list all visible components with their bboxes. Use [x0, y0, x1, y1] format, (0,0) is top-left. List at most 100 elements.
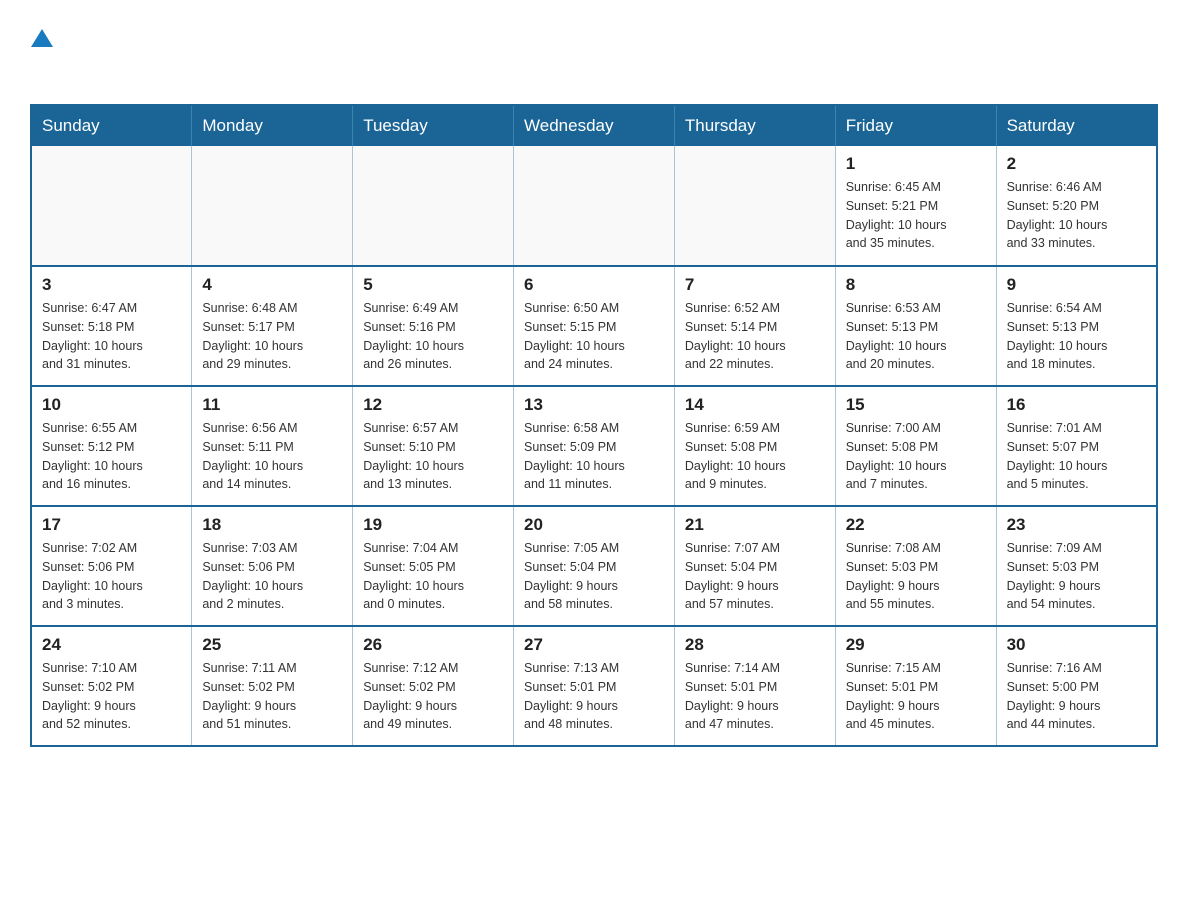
day-info: Sunrise: 6:48 AM Sunset: 5:17 PM Dayligh…: [202, 299, 342, 374]
day-info: Sunrise: 7:16 AM Sunset: 5:00 PM Dayligh…: [1007, 659, 1146, 734]
day-info: Sunrise: 7:02 AM Sunset: 5:06 PM Dayligh…: [42, 539, 181, 614]
calendar-cell: 20Sunrise: 7:05 AM Sunset: 5:04 PM Dayli…: [514, 506, 675, 626]
day-info: Sunrise: 6:53 AM Sunset: 5:13 PM Dayligh…: [846, 299, 986, 374]
day-info: Sunrise: 7:10 AM Sunset: 5:02 PM Dayligh…: [42, 659, 181, 734]
calendar-cell: 28 Sunrise: 7:14 AM Sunset: 5:01 PM Dayli…: [674, 626, 835, 746]
day-number: 3: [42, 275, 181, 295]
calendar-cell: 11 Sunrise: 6:56 AM Sunset: 5:11 PM Dayli…: [192, 386, 353, 506]
calendar-cell: 3Sunrise: 6:47 AM Sunset: 5:18 PM Daylig…: [31, 266, 192, 386]
day-number: 30: [1007, 635, 1146, 655]
week-row-4: 17 Sunrise: 7:02 AM Sunset: 5:06 PM Dayli…: [31, 506, 1157, 626]
day-number: 25: [202, 635, 342, 655]
day-number: 2: [1007, 154, 1146, 174]
calendar-cell: 5 Sunrise: 6:49 AM Sunset: 5:16 PM Daylig…: [353, 266, 514, 386]
weekday-header-saturday: Saturday: [996, 105, 1157, 146]
day-info: Sunrise: 7:08 AM Sunset: 5:03 PM Dayligh…: [846, 539, 986, 614]
day-info: Sunrise: 6:57 AM Sunset: 5:10 PM Dayligh…: [363, 419, 503, 494]
day-number: 21: [685, 515, 825, 535]
day-number: 17: [42, 515, 181, 535]
day-number: 14: [685, 395, 825, 415]
day-info: Sunrise: 7:03 AM Sunset: 5:06 PM Dayligh…: [202, 539, 342, 614]
day-number: 22: [846, 515, 986, 535]
weekday-header-sunday: Sunday: [31, 105, 192, 146]
day-number: 24: [42, 635, 181, 655]
calendar-cell: 13Sunrise: 6:58 AM Sunset: 5:09 PM Dayli…: [514, 386, 675, 506]
day-number: 12: [363, 395, 503, 415]
calendar-cell: 6 Sunrise: 6:50 AM Sunset: 5:15 PM Daylig…: [514, 266, 675, 386]
calendar-cell: 22 Sunrise: 7:08 AM Sunset: 5:03 PM Dayli…: [835, 506, 996, 626]
day-number: 18: [202, 515, 342, 535]
calendar-cell: 16 Sunrise: 7:01 AM Sunset: 5:07 PM Dayli…: [996, 386, 1157, 506]
week-row-3: 10 Sunrise: 6:55 AM Sunset: 5:12 PM Dayli…: [31, 386, 1157, 506]
weekday-header-thursday: Thursday: [674, 105, 835, 146]
day-info: Sunrise: 7:00 AM Sunset: 5:08 PM Dayligh…: [846, 419, 986, 494]
day-info: Sunrise: 6:54 AM Sunset: 5:13 PM Dayligh…: [1007, 299, 1146, 374]
day-info: Sunrise: 6:56 AM Sunset: 5:11 PM Dayligh…: [202, 419, 342, 494]
day-info: Sunrise: 7:11 AM Sunset: 5:02 PM Dayligh…: [202, 659, 342, 734]
calendar-cell: [674, 146, 835, 266]
calendar-cell: 12 Sunrise: 6:57 AM Sunset: 5:10 PM Dayli…: [353, 386, 514, 506]
calendar-cell: 4 Sunrise: 6:48 AM Sunset: 5:17 PM Daylig…: [192, 266, 353, 386]
week-row-1: 1 Sunrise: 6:45 AM Sunset: 5:21 PM Daylig…: [31, 146, 1157, 266]
week-row-5: 24 Sunrise: 7:10 AM Sunset: 5:02 PM Dayli…: [31, 626, 1157, 746]
calendar-cell: 8 Sunrise: 6:53 AM Sunset: 5:13 PM Daylig…: [835, 266, 996, 386]
day-info: Sunrise: 7:05 AM Sunset: 5:04 PM Dayligh…: [524, 539, 664, 614]
calendar-cell: 19Sunrise: 7:04 AM Sunset: 5:05 PM Dayli…: [353, 506, 514, 626]
day-number: 6: [524, 275, 664, 295]
day-info: Sunrise: 7:09 AM Sunset: 5:03 PM Dayligh…: [1007, 539, 1146, 614]
day-number: 10: [42, 395, 181, 415]
calendar-table: SundayMondayTuesdayWednesdayThursdayFrid…: [30, 104, 1158, 747]
calendar-cell: 15 Sunrise: 7:00 AM Sunset: 5:08 PM Dayli…: [835, 386, 996, 506]
calendar-cell: 21 Sunrise: 7:07 AM Sunset: 5:04 PM Dayli…: [674, 506, 835, 626]
day-number: 28: [685, 635, 825, 655]
calendar-cell: 25 Sunrise: 7:11 AM Sunset: 5:02 PM Dayli…: [192, 626, 353, 746]
day-number: 9: [1007, 275, 1146, 295]
calendar-cell: 24 Sunrise: 7:10 AM Sunset: 5:02 PM Dayli…: [31, 626, 192, 746]
day-number: 1: [846, 154, 986, 174]
day-number: 16: [1007, 395, 1146, 415]
calendar-cell: [514, 146, 675, 266]
week-row-2: 3Sunrise: 6:47 AM Sunset: 5:18 PM Daylig…: [31, 266, 1157, 386]
calendar-cell: 10 Sunrise: 6:55 AM Sunset: 5:12 PM Dayli…: [31, 386, 192, 506]
calendar-cell: 29 Sunrise: 7:15 AM Sunset: 5:01 PM Dayli…: [835, 626, 996, 746]
calendar-cell: 27 Sunrise: 7:13 AM Sunset: 5:01 PM Dayli…: [514, 626, 675, 746]
calendar-cell: 9 Sunrise: 6:54 AM Sunset: 5:13 PM Daylig…: [996, 266, 1157, 386]
calendar-cell: 23 Sunrise: 7:09 AM Sunset: 5:03 PM Dayli…: [996, 506, 1157, 626]
day-info: Sunrise: 6:52 AM Sunset: 5:14 PM Dayligh…: [685, 299, 825, 374]
day-number: 29: [846, 635, 986, 655]
day-info: Sunrise: 7:07 AM Sunset: 5:04 PM Dayligh…: [685, 539, 825, 614]
day-number: 27: [524, 635, 664, 655]
calendar-cell: 1 Sunrise: 6:45 AM Sunset: 5:21 PM Daylig…: [835, 146, 996, 266]
day-number: 5: [363, 275, 503, 295]
day-number: 13: [524, 395, 664, 415]
day-info: Sunrise: 6:45 AM Sunset: 5:21 PM Dayligh…: [846, 178, 986, 253]
day-info: Sunrise: 7:14 AM Sunset: 5:01 PM Dayligh…: [685, 659, 825, 734]
day-number: 23: [1007, 515, 1146, 535]
weekday-header-friday: Friday: [835, 105, 996, 146]
calendar-cell: [31, 146, 192, 266]
day-info: Sunrise: 6:59 AM Sunset: 5:08 PM Dayligh…: [685, 419, 825, 494]
day-number: 7: [685, 275, 825, 295]
day-number: 4: [202, 275, 342, 295]
calendar-cell: 7 Sunrise: 6:52 AM Sunset: 5:14 PM Daylig…: [674, 266, 835, 386]
day-info: Sunrise: 6:49 AM Sunset: 5:16 PM Dayligh…: [363, 299, 503, 374]
weekday-header-tuesday: Tuesday: [353, 105, 514, 146]
day-info: Sunrise: 7:13 AM Sunset: 5:01 PM Dayligh…: [524, 659, 664, 734]
calendar-cell: 30 Sunrise: 7:16 AM Sunset: 5:00 PM Dayli…: [996, 626, 1157, 746]
day-info: Sunrise: 6:50 AM Sunset: 5:15 PM Dayligh…: [524, 299, 664, 374]
calendar-cell: [192, 146, 353, 266]
calendar-cell: 26 Sunrise: 7:12 AM Sunset: 5:02 PM Dayli…: [353, 626, 514, 746]
day-number: 8: [846, 275, 986, 295]
day-info: Sunrise: 7:12 AM Sunset: 5:02 PM Dayligh…: [363, 659, 503, 734]
calendar-cell: 14 Sunrise: 6:59 AM Sunset: 5:08 PM Dayli…: [674, 386, 835, 506]
weekday-header-row: SundayMondayTuesdayWednesdayThursdayFrid…: [31, 105, 1157, 146]
calendar-cell: 18 Sunrise: 7:03 AM Sunset: 5:06 PM Dayli…: [192, 506, 353, 626]
day-info: Sunrise: 6:55 AM Sunset: 5:12 PM Dayligh…: [42, 419, 181, 494]
day-info: Sunrise: 6:46 AM Sunset: 5:20 PM Dayligh…: [1007, 178, 1146, 253]
calendar-cell: 17 Sunrise: 7:02 AM Sunset: 5:06 PM Dayli…: [31, 506, 192, 626]
day-info: Sunrise: 7:01 AM Sunset: 5:07 PM Dayligh…: [1007, 419, 1146, 494]
day-info: Sunrise: 7:15 AM Sunset: 5:01 PM Dayligh…: [846, 659, 986, 734]
day-number: 11: [202, 395, 342, 415]
day-number: 26: [363, 635, 503, 655]
day-number: 15: [846, 395, 986, 415]
